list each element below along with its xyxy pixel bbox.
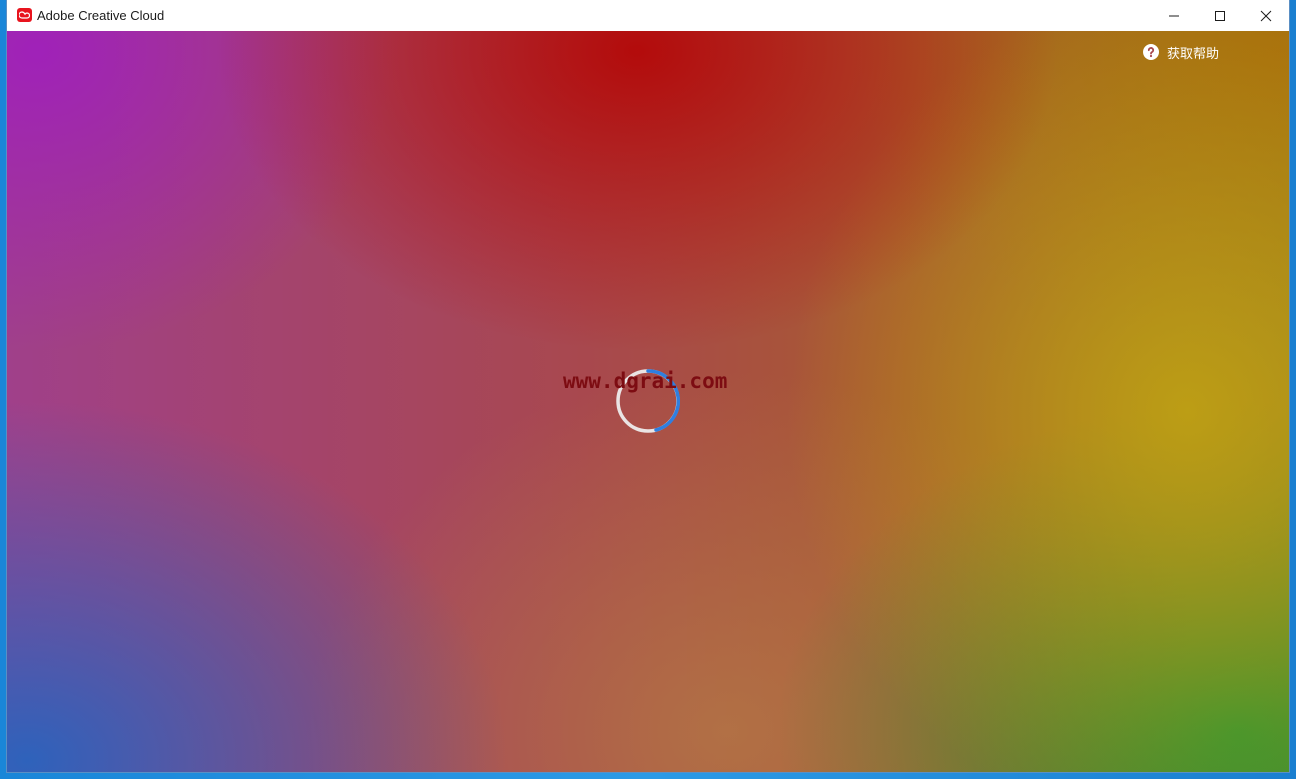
help-question-icon: [1143, 44, 1159, 60]
minimize-icon: [1169, 15, 1179, 17]
maximize-icon: [1215, 11, 1225, 21]
minimize-button[interactable]: [1151, 0, 1197, 31]
window-title: Adobe Creative Cloud: [37, 8, 165, 23]
creative-cloud-logo-icon: [17, 8, 32, 22]
maximize-button[interactable]: [1197, 0, 1243, 31]
close-button[interactable]: [1243, 0, 1289, 31]
get-help-link[interactable]: 获取帮助: [1143, 43, 1220, 62]
get-help-label: 获取帮助: [1167, 46, 1220, 62]
loading-screen: 获取帮助 www.dgrai.com: [7, 31, 1289, 772]
title-bar[interactable]: Adobe Creative Cloud: [7, 0, 1289, 31]
watermark-text: www.dgrai.com: [563, 369, 728, 393]
close-icon: [1260, 10, 1272, 22]
app-window: Adobe Creative Cloud 获取帮助 www.dgrai.com: [7, 0, 1289, 772]
